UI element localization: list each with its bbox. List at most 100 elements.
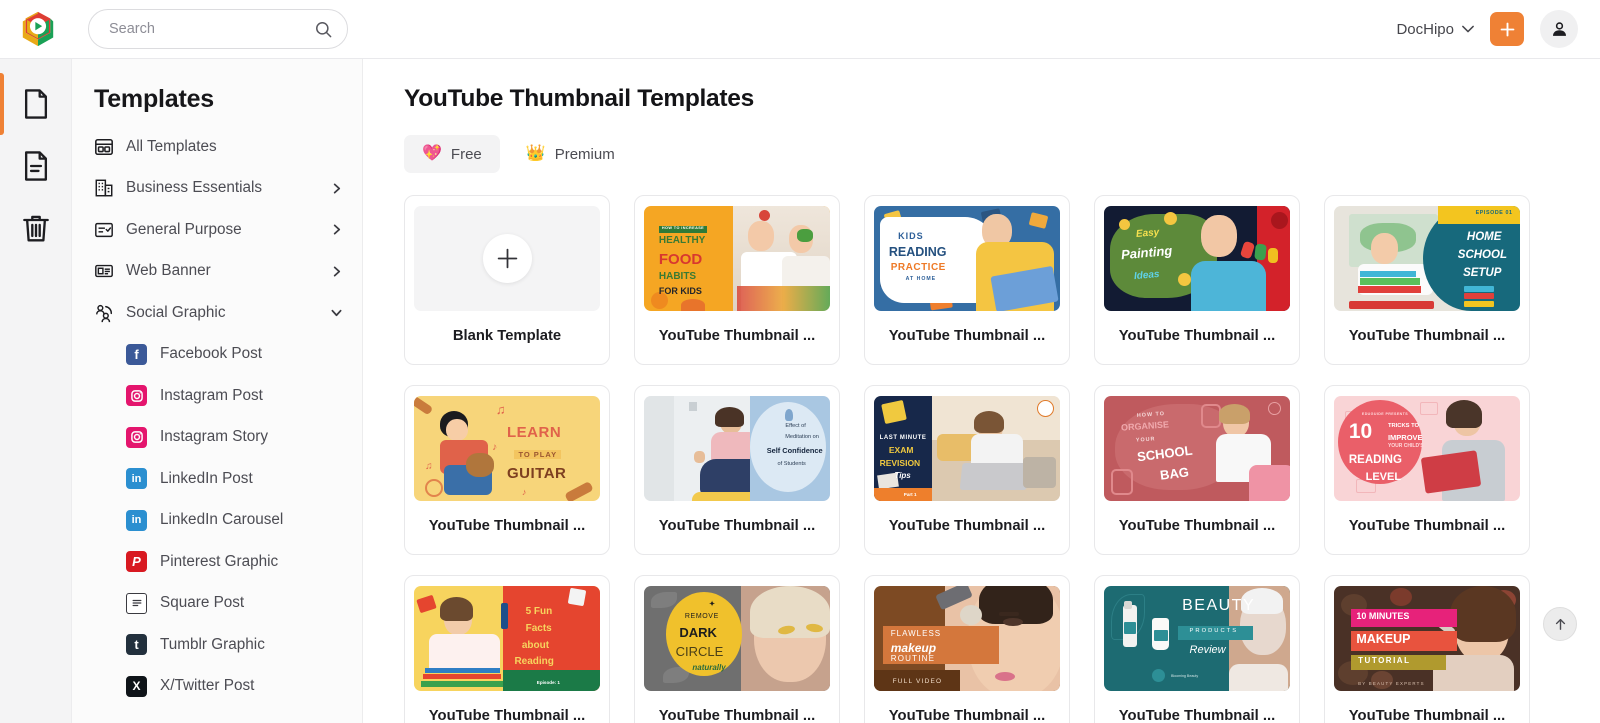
template-thumbnail: Part 1 LAST MINUTE EXAM REVISION Tips [874,396,1060,501]
template-card-label: YouTube Thumbnail ... [428,518,586,534]
sidebar-subitem-instagram-story[interactable]: Instagram Story [72,417,362,459]
workspace-menu[interactable]: DocHipo [1396,21,1474,38]
thumb-kicker: HOW TO INCREASE [658,225,708,233]
facebook-icon: f [126,343,147,365]
sidebar-subitem-label: LinkedIn Carousel [160,511,284,529]
music-note-icon: ♪ [492,442,498,454]
template-card-exam-revision[interactable]: Part 1 LAST MINUTE EXAM REVISION Tips Yo… [864,385,1070,555]
thumb-line-4: Tips [894,470,911,480]
template-card-kids-reading[interactable]: KIDS READING PRACTICE AT HOME YouTube Th… [864,195,1070,365]
thumb-sparkle-icon: ✦ [709,600,715,608]
filter-tab-premium[interactable]: 👑 Premium [508,135,633,173]
sidebar-subitem-x-twitter-post[interactable]: X X/Twitter Post [72,666,362,708]
thumb-brand: Blooming Beauty [1170,673,1199,678]
template-card-meditation[interactable]: Effect of Meditation on Self Confidence … [634,385,840,555]
thumb-line-2: MAKEUP [1356,632,1411,647]
template-grid: Blank Template HOW TO INCREASE HEALTHY F… [404,195,1600,723]
grid-layout-icon [95,138,113,155]
sidebar-subitem-pinterest-graphic[interactable]: P Pinterest Graphic [72,541,362,583]
template-card-label: YouTube Thumbnail ... [428,708,586,723]
template-card-home-school-setup[interactable]: EPISODE 01 HOME SCHOOL SETUP YouTube Thu… [1324,195,1530,365]
chevron-down-icon[interactable] [331,307,342,318]
sidebar-subitem-linkedin-post[interactable]: in LinkedIn Post [72,458,362,500]
sidebar-item-web-banner[interactable]: Web Banner [72,251,362,293]
search-input[interactable] [109,21,314,37]
chevron-down-icon[interactable] [1462,25,1474,33]
thumb-line-2: SCHOOL [1457,249,1507,262]
instagram-icon [126,385,147,407]
thumb-line-4: READING [1348,453,1402,466]
template-card-learn-guitar[interactable]: LEARN TO PLAY GUITAR ♫ ♪ ♫ ♪ YouTube Thu… [404,385,610,555]
template-card-blank[interactable]: Blank Template [404,195,610,365]
filter-tab-free[interactable]: 💖 Free [404,135,500,173]
template-card-flawless-makeup[interactable]: FLAWLESS makeup ROUTINE FULL VIDEO YouTu… [864,575,1070,723]
template-card-reading-level[interactable]: EDUGUIDE PRESENTS 10 TRICKS TO IMPROVE Y… [1324,385,1530,555]
sidebar-item-social-graphic[interactable]: Social Graphic [72,292,362,334]
sidebar-item-general-purpose[interactable]: General Purpose [72,209,362,251]
thumb-line-2: makeup [890,640,937,655]
template-thumbnail: FLAWLESS makeup ROUTINE FULL VIDEO [874,586,1060,691]
thumb-badge: EPISODE 01 [1475,210,1513,217]
thumb-line-4: FULL VIDEO [892,678,943,686]
thumb-line-3: HABITS [658,271,697,283]
rail-item-my-documents[interactable] [0,135,72,197]
template-card-easy-painting[interactable]: Easy Painting Ideas YouTube Thumbnail ..… [1094,195,1300,365]
search-icon[interactable] [314,20,333,39]
template-thumbnail: 10 MINUTES MAKEUP TUTORIAL BY BEAUTY EXP… [1334,586,1520,691]
rail-item-blank-document[interactable] [0,73,72,135]
thumb-line-2: DARK [679,624,717,640]
sidebar-subitem-label: LinkedIn Post [160,469,253,487]
template-thumbnail: Effect of Meditation on Self Confidence … [644,396,830,501]
music-note-icon: ♫ [495,402,506,418]
template-card-makeup-tutorial[interactable]: 10 MINUTES MAKEUP TUTORIAL BY BEAUTY EXP… [1324,575,1530,723]
sidebar-subitem-square-post[interactable]: Square Post [72,583,362,625]
filter-tab-label: Premium [554,145,615,163]
app-logo[interactable] [0,0,75,59]
sidebar-subitem-linkedin-carousel[interactable]: in LinkedIn Carousel [72,500,362,542]
blank-thumbnail [414,206,600,311]
template-card-fun-facts[interactable]: 5 Fun Facts about Reading Episode: 1 You… [404,575,610,723]
chevron-right-icon[interactable] [331,224,342,235]
chevron-right-icon[interactable] [331,266,342,277]
rail-item-trash[interactable] [0,197,72,259]
create-new-button[interactable] [1490,12,1524,46]
sidebar-nav: All Templates Business Essentials Genera… [72,118,362,707]
sidebar-title: Templates [94,85,215,113]
thumb-line-5: LEVEL [1365,470,1402,483]
sidebar-item-all-templates[interactable]: All Templates [72,126,362,168]
template-thumbnail: KIDS READING PRACTICE AT HOME [874,206,1060,311]
chevron-right-icon[interactable] [331,183,342,194]
music-note-icon: ♪ [521,486,527,497]
template-card-beauty-review[interactable]: BEAUTY PRODUCTS Review Blooming Beauty Y… [1094,575,1300,723]
thumb-line-1: FLAWLESS [890,629,942,639]
user-icon [1552,21,1566,36]
thumb-line-1: BEAUTY [1182,596,1256,614]
template-card-school-bag[interactable]: HOW TO ORGANISE YOUR SCHOOL BAG YouTube … [1094,385,1300,555]
banner-icon [95,265,113,278]
thumb-line-3: ROUTINE [890,654,936,664]
template-thumbnail: LEARN TO PLAY GUITAR ♫ ♪ ♫ ♪ [414,396,600,501]
sidebar-subitem-instagram-post[interactable]: Instagram Post [72,375,362,417]
user-account-button[interactable] [1540,10,1578,48]
heart-icon: 💖 [422,145,442,162]
template-card-healthy-food[interactable]: HOW TO INCREASE HEALTHY FOOD HABITS FOR … [634,195,840,365]
thumb-line-4: FOR KIDS [658,285,702,296]
template-thumbnail: Easy Painting Ideas [1104,206,1290,311]
thumb-line-4: naturally [692,662,726,672]
add-blank-button[interactable] [482,234,532,283]
thumb-line-1: REMOVE [684,613,719,621]
dochipo-logo-icon [22,11,53,47]
sidebar-item-business-essentials[interactable]: Business Essentials [72,168,362,210]
search-box[interactable] [88,9,348,49]
template-card-dark-circle[interactable]: ✦ REMOVE DARK CIRCLE naturally YouTube T… [634,575,840,723]
sidebar-subitem-facebook-post[interactable]: f Facebook Post [72,334,362,376]
sidebar-subitem-label: Pinterest Graphic [160,552,279,570]
thumb-line-4: AT HOME [905,276,937,283]
thumb-badge: Part 1 [903,492,917,498]
thumb-line-4: of Students [777,461,806,468]
sidebar-subitem-tumblr-graphic[interactable]: t Tumblr Graphic [72,624,362,666]
thumb-line-2: Facts [525,622,552,634]
checklist-icon [95,222,113,237]
template-card-label: YouTube Thumbnail ... [1118,518,1276,534]
scroll-to-top-button[interactable] [1543,607,1577,641]
